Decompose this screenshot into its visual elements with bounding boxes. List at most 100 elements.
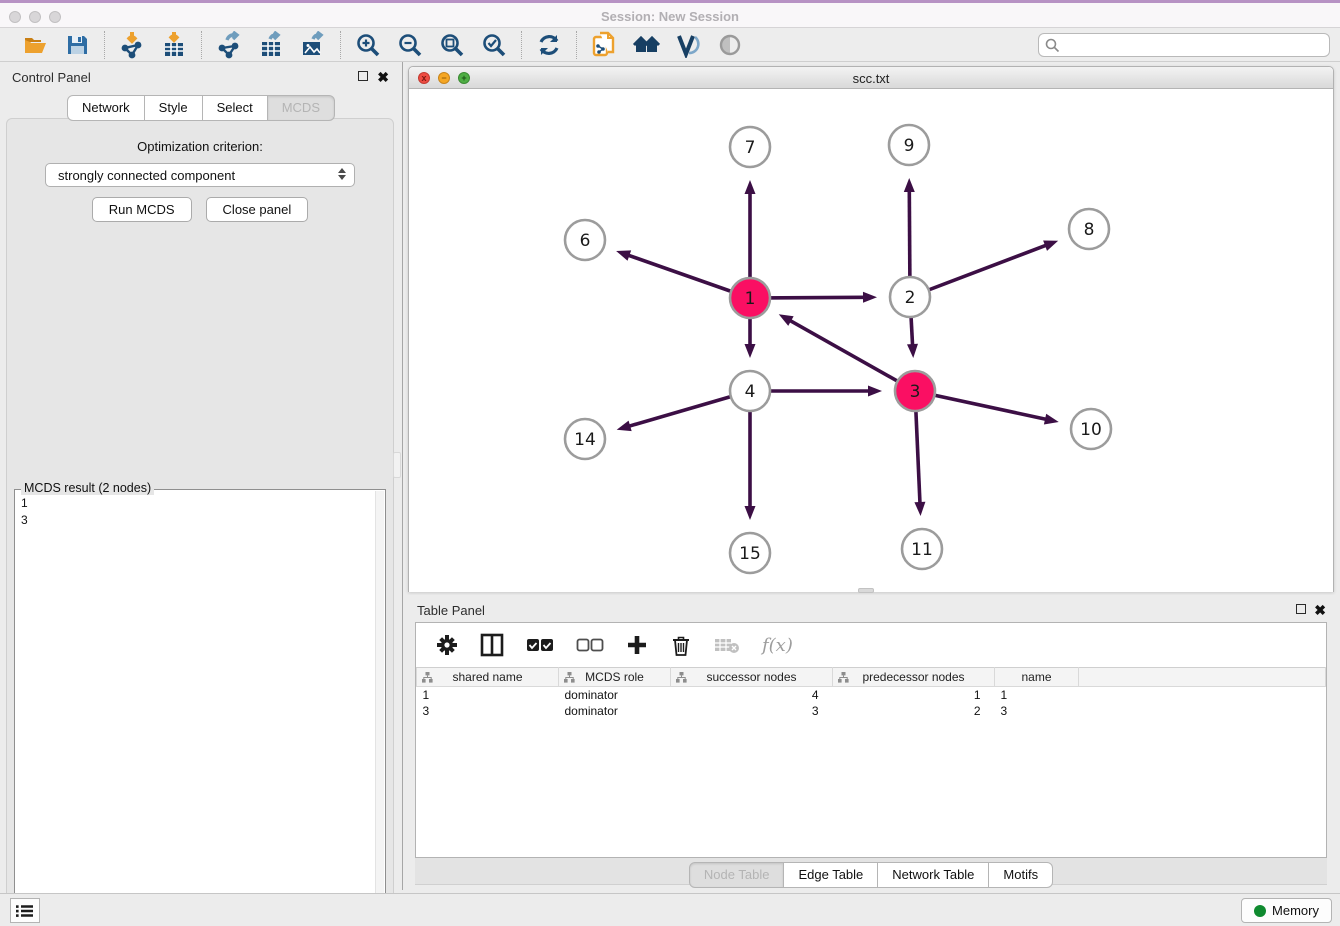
zoom-selected-icon[interactable] bbox=[480, 31, 508, 59]
run-mcds-button[interactable]: Run MCDS bbox=[92, 197, 192, 222]
network-window-titlebar[interactable]: x − + scc.txt bbox=[409, 67, 1333, 89]
show-hide-icon[interactable] bbox=[716, 31, 744, 59]
graph-node-1[interactable]: 1 bbox=[730, 278, 770, 318]
tab-edge-table[interactable]: Edge Table bbox=[784, 862, 878, 888]
search-input[interactable] bbox=[1038, 33, 1330, 57]
task-history-button[interactable] bbox=[10, 898, 40, 923]
graph-node-15[interactable]: 15 bbox=[730, 533, 770, 573]
apply-layout-icon[interactable] bbox=[535, 31, 563, 59]
table-panel-title: Table Panel bbox=[417, 603, 485, 618]
graph-node-7[interactable]: 7 bbox=[730, 127, 770, 167]
main-toolbar bbox=[0, 28, 1340, 62]
select-all-icon[interactable] bbox=[526, 638, 554, 652]
network-view-window: x − + scc.txt 7 9 6 8 1 2 4 3 14 10 15 11 bbox=[408, 66, 1334, 592]
graph-node-9[interactable]: 9 bbox=[889, 125, 929, 165]
tab-network-table[interactable]: Network Table bbox=[878, 862, 989, 888]
graph-node-2[interactable]: 2 bbox=[890, 277, 930, 317]
table-row[interactable]: 3dominator323 bbox=[417, 703, 1326, 719]
tab-select[interactable]: Select bbox=[203, 95, 268, 121]
attribute-type-icon bbox=[564, 672, 575, 683]
edge-2-8[interactable] bbox=[910, 245, 1047, 297]
zoom-in-icon[interactable] bbox=[354, 31, 382, 59]
criterion-select[interactable]: strongly connected component bbox=[45, 163, 355, 187]
open-session-icon[interactable] bbox=[21, 31, 49, 59]
import-network-icon[interactable] bbox=[118, 31, 146, 59]
save-session-icon[interactable] bbox=[63, 31, 91, 59]
arrowhead-icon bbox=[745, 506, 756, 520]
edge-3-1[interactable] bbox=[789, 320, 915, 391]
table-toolbar: f(x) bbox=[416, 623, 1326, 667]
graph-node-3[interactable]: 3 bbox=[895, 371, 935, 411]
graph-node-8[interactable]: 8 bbox=[1069, 209, 1109, 249]
split-columns-icon[interactable] bbox=[480, 633, 504, 657]
delete-column-icon[interactable] bbox=[670, 633, 692, 657]
export-image-icon[interactable] bbox=[299, 31, 327, 59]
new-network-from-selection-icon[interactable] bbox=[590, 31, 618, 59]
tab-style[interactable]: Style bbox=[145, 95, 203, 121]
network-graph: 7 9 6 8 1 2 4 3 14 10 15 11 bbox=[409, 89, 1333, 592]
mcds-result-text: 1 3 bbox=[21, 495, 28, 529]
float-table-panel-icon[interactable] bbox=[1296, 604, 1306, 616]
zoom-fit-icon[interactable] bbox=[438, 31, 466, 59]
column-header-MCDS-role[interactable]: MCDS role bbox=[559, 668, 671, 687]
node-table: shared nameMCDS rolesuccessor nodesprede… bbox=[416, 667, 1326, 719]
svg-text:9: 9 bbox=[904, 136, 915, 156]
result-scrollbar[interactable] bbox=[375, 491, 384, 926]
float-panel-icon[interactable] bbox=[358, 71, 368, 83]
app-title: Session: New Session bbox=[0, 9, 1340, 24]
tab-network[interactable]: Network bbox=[67, 95, 145, 121]
svg-text:11: 11 bbox=[911, 540, 933, 560]
vizmap-icon[interactable] bbox=[674, 31, 702, 59]
search-icon bbox=[1045, 38, 1060, 53]
control-panel-title: Control Panel bbox=[12, 70, 91, 85]
tab-node-table[interactable]: Node Table bbox=[689, 862, 785, 888]
criterion-value: strongly connected component bbox=[58, 168, 235, 183]
graph-node-14[interactable]: 14 bbox=[565, 419, 605, 459]
tab-motifs[interactable]: Motifs bbox=[989, 862, 1053, 888]
table-tabs: Node TableEdge TableNetwork TableMotifs bbox=[408, 862, 1334, 888]
deselect-all-icon[interactable] bbox=[576, 638, 604, 652]
arrowhead-icon bbox=[904, 178, 915, 192]
zoom-out-icon[interactable] bbox=[396, 31, 424, 59]
first-neighbors-icon[interactable] bbox=[632, 31, 660, 59]
close-table-panel-icon[interactable]: ✖ bbox=[1314, 604, 1326, 616]
column-header-predecessor-nodes[interactable]: predecessor nodes bbox=[833, 668, 995, 687]
graph-node-4[interactable]: 4 bbox=[730, 371, 770, 411]
add-column-icon[interactable] bbox=[626, 634, 648, 656]
graph-node-10[interactable]: 10 bbox=[1071, 409, 1111, 449]
tab-mcds[interactable]: MCDS bbox=[268, 95, 335, 121]
network-canvas[interactable]: 7 9 6 8 1 2 4 3 14 10 15 11 bbox=[409, 89, 1333, 592]
gear-icon[interactable] bbox=[436, 634, 458, 656]
memory-status-icon bbox=[1254, 905, 1266, 917]
arrowhead-icon bbox=[745, 344, 756, 358]
column-header-shared-name[interactable]: shared name bbox=[417, 668, 559, 687]
graph-node-6[interactable]: 6 bbox=[565, 220, 605, 260]
arrowhead-icon bbox=[907, 344, 918, 358]
svg-text:4: 4 bbox=[745, 382, 756, 402]
close-panel-button[interactable]: Close panel bbox=[206, 197, 309, 222]
graph-node-11[interactable]: 11 bbox=[902, 529, 942, 569]
svg-text:15: 15 bbox=[739, 544, 761, 564]
export-network-icon[interactable] bbox=[215, 31, 243, 59]
function-builder-icon[interactable]: f(x) bbox=[762, 635, 793, 656]
memory-button[interactable]: Memory bbox=[1241, 898, 1332, 923]
vertical-splitter-handle[interactable] bbox=[393, 452, 401, 478]
svg-text:10: 10 bbox=[1080, 420, 1102, 440]
chevron-updown-icon bbox=[338, 168, 346, 180]
status-bar: Memory bbox=[0, 893, 1340, 926]
close-panel-icon[interactable]: ✖ bbox=[377, 71, 389, 83]
arrowhead-icon bbox=[1043, 241, 1058, 251]
table-row[interactable]: 1dominator411 bbox=[417, 687, 1326, 703]
table-panel: Table Panel ✖ bbox=[408, 595, 1334, 890]
export-table-icon[interactable] bbox=[257, 31, 285, 59]
vertical-splitter[interactable] bbox=[402, 62, 403, 890]
svg-text:8: 8 bbox=[1084, 220, 1095, 240]
list-icon bbox=[16, 904, 34, 918]
column-header-successor-nodes[interactable]: successor nodes bbox=[671, 668, 833, 687]
column-header-name[interactable]: name bbox=[995, 668, 1079, 687]
arrowhead-icon bbox=[779, 314, 794, 326]
horizontal-splitter-handle[interactable] bbox=[858, 588, 874, 593]
import-table-icon[interactable] bbox=[160, 31, 188, 59]
delete-table-icon[interactable] bbox=[714, 636, 740, 654]
app-titlebar: Session: New Session bbox=[0, 0, 1340, 28]
